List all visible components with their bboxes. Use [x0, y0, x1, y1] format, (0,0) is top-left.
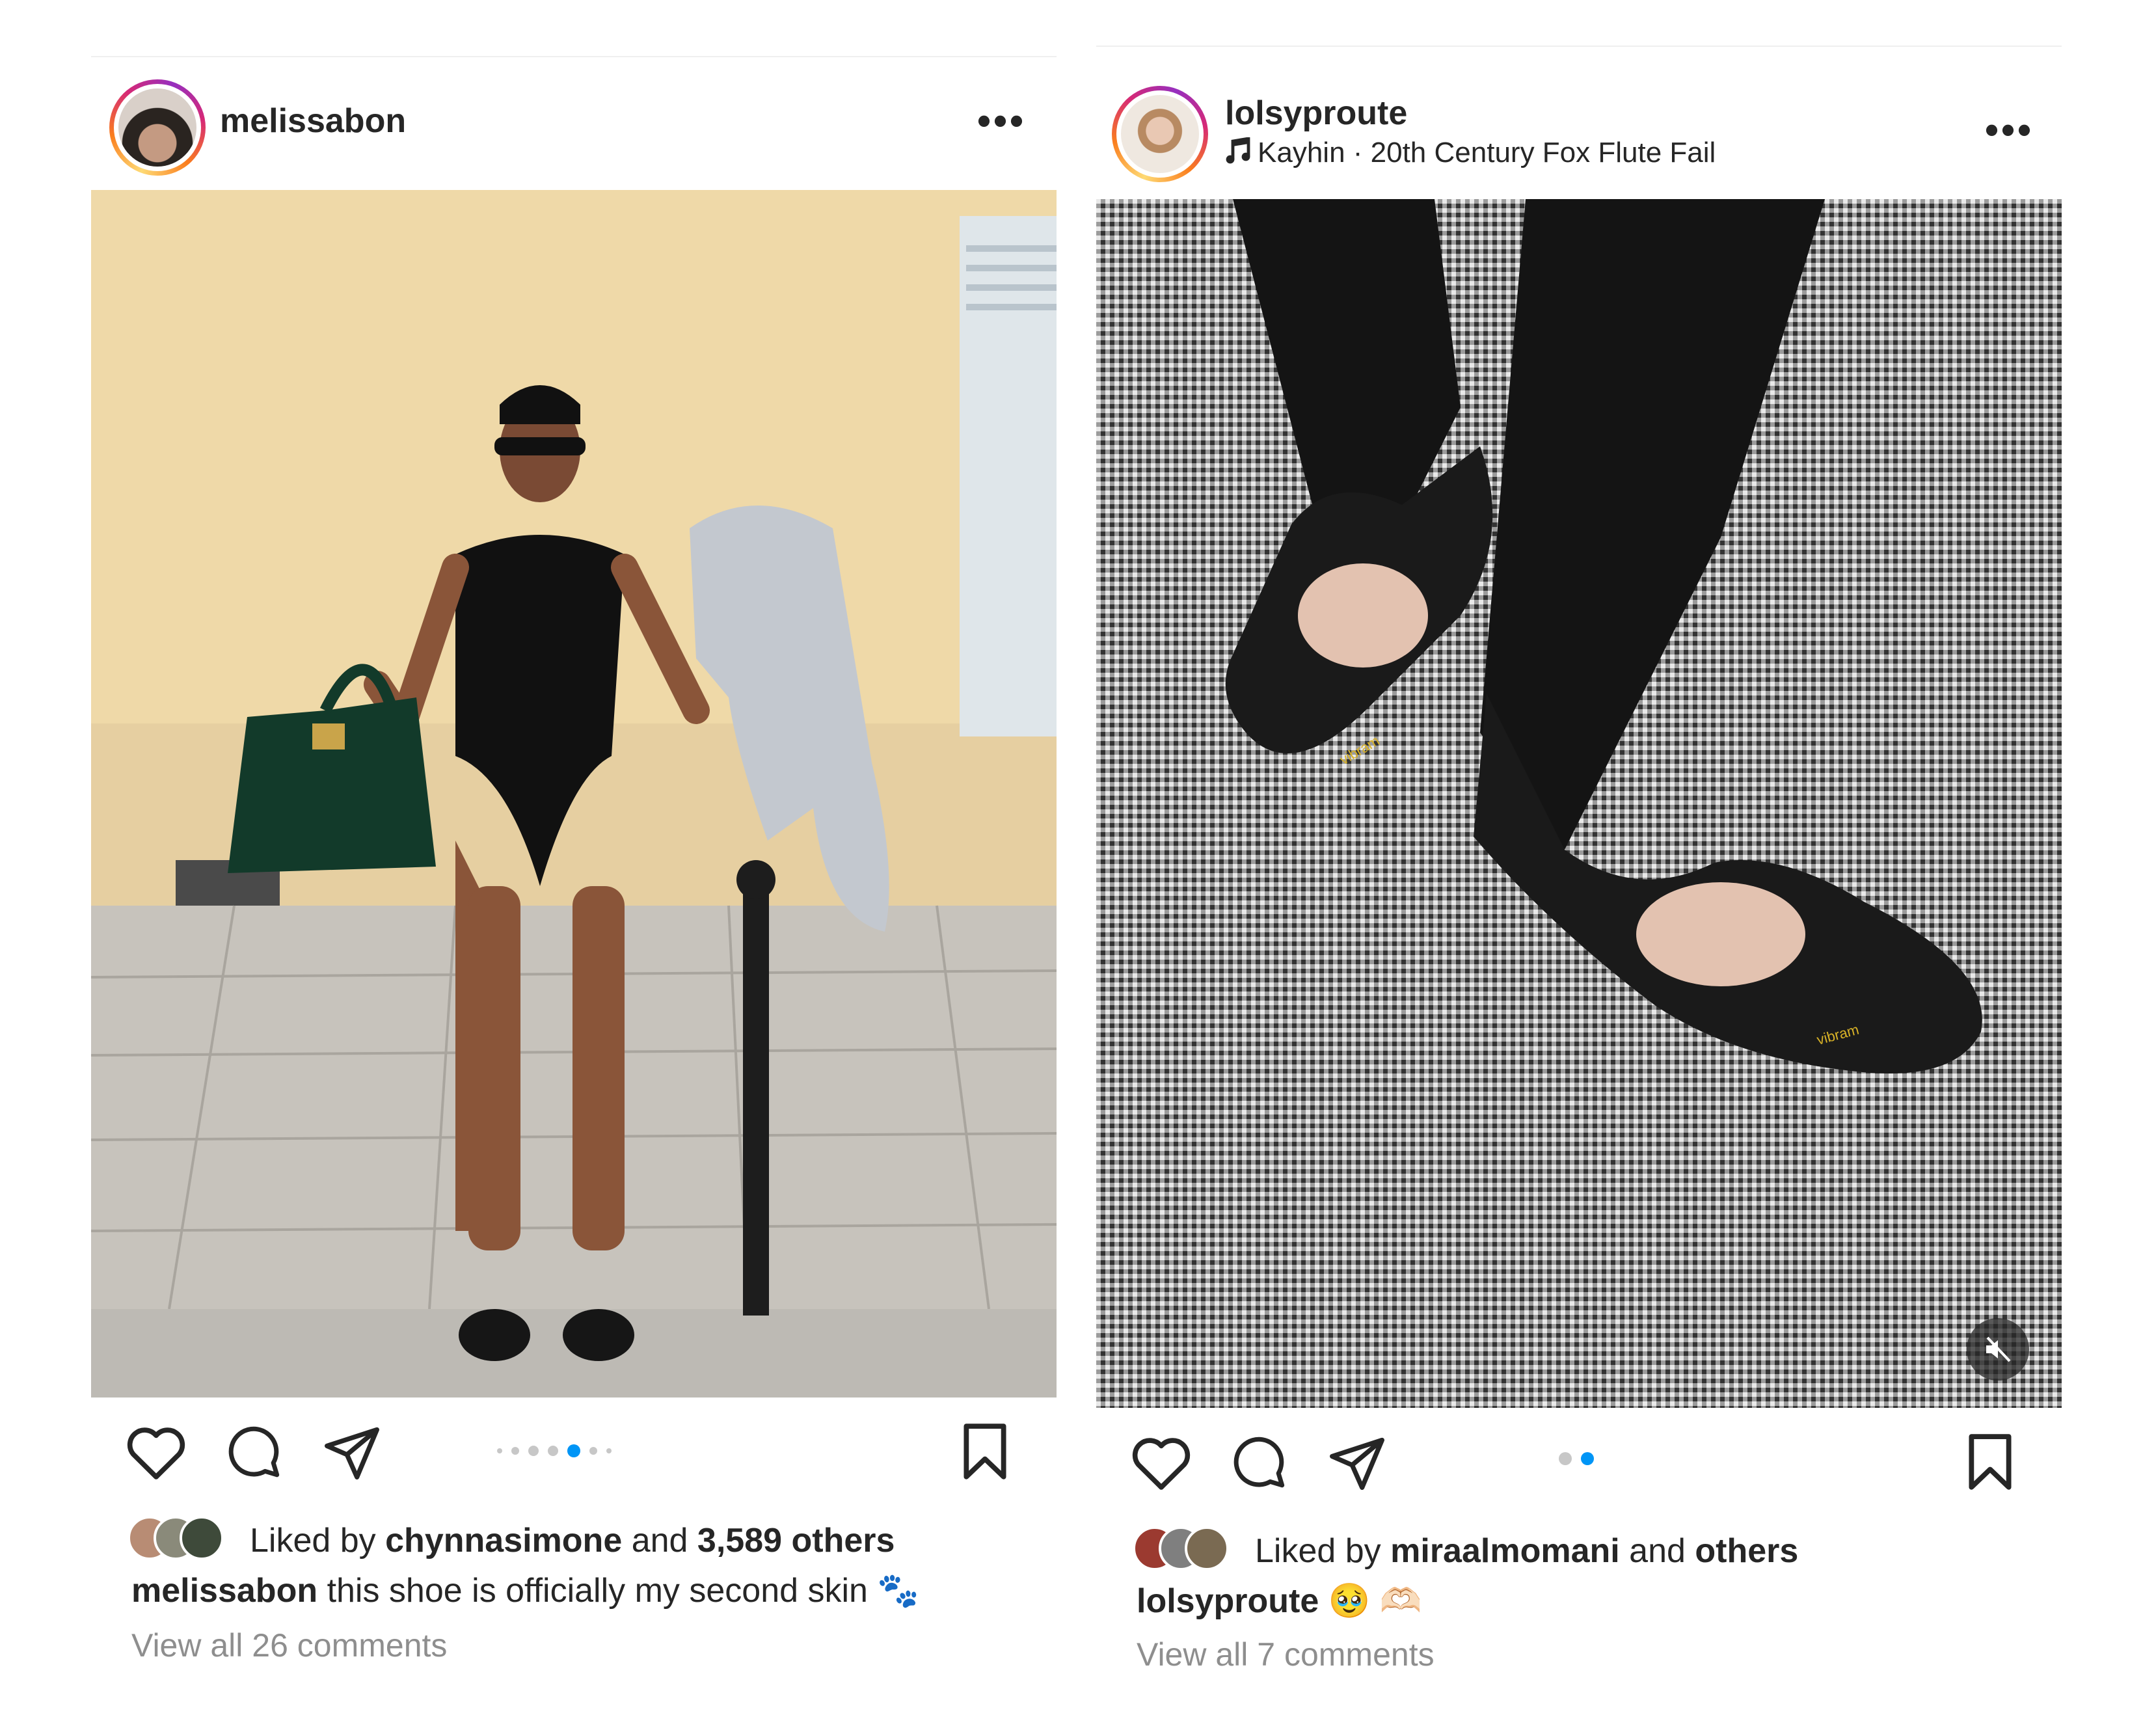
comment-icon[interactable] — [1230, 1434, 1287, 1491]
carousel-dot — [1559, 1452, 1572, 1465]
avatar[interactable] — [109, 79, 206, 176]
likes-count[interactable]: 3,589 others — [697, 1522, 895, 1559]
heart-icon[interactable] — [1130, 1434, 1193, 1491]
caption-text: 🥹 🫶🏻 — [1328, 1582, 1422, 1620]
likes-joiner: and — [1629, 1532, 1686, 1570]
carousel-dot — [528, 1446, 539, 1456]
carousel-indicator — [1554, 1452, 1598, 1465]
music-label: Kayhin · 20th Century Fox Flute Fail — [1258, 137, 1716, 169]
likes-prefix: Liked by — [1255, 1532, 1381, 1570]
post-username[interactable]: melissabon — [220, 101, 406, 141]
divider — [1096, 46, 2062, 47]
carousel-dot-active — [567, 1444, 580, 1457]
likes-joiner: and — [631, 1522, 688, 1559]
caption-username[interactable]: lolsyproute — [1137, 1582, 1319, 1620]
share-icon[interactable] — [1327, 1433, 1387, 1492]
carousel-dot-active — [1581, 1452, 1594, 1465]
liker-avatar — [180, 1516, 224, 1560]
carousel-dot — [548, 1446, 558, 1456]
likes-count[interactable]: others — [1695, 1532, 1798, 1570]
carousel-dot — [606, 1448, 612, 1453]
mute-icon — [1986, 1336, 2011, 1362]
post-photo[interactable]: vibram vibram — [1096, 199, 2062, 1408]
share-icon[interactable] — [322, 1422, 382, 1482]
bookmark-icon[interactable] — [1965, 1433, 2015, 1491]
view-comments-link[interactable]: View all 7 comments — [1137, 1636, 1435, 1673]
likes-line[interactable]: Liked by chynnasimone and 3,589 others — [250, 1521, 895, 1560]
post-username[interactable]: lolsyproute — [1225, 94, 1407, 133]
post-actions — [91, 1418, 1057, 1483]
music-note-icon — [1226, 137, 1250, 164]
carousel-dot — [589, 1447, 597, 1455]
liked-by-user[interactable]: chynnasimone — [385, 1522, 622, 1559]
caption: melissabon this shoe is officially my se… — [131, 1571, 919, 1610]
caption: lolsyproute 🥹 🫶🏻 — [1137, 1581, 1422, 1621]
post-actions — [1096, 1429, 2062, 1494]
street-photo — [91, 190, 1057, 1397]
bookmark-icon[interactable] — [960, 1422, 1010, 1481]
likes-prefix: Liked by — [250, 1522, 376, 1559]
view-comments-link[interactable]: View all 26 comments — [131, 1627, 447, 1664]
mute-button[interactable] — [1967, 1318, 2029, 1381]
carousel-dot — [511, 1447, 519, 1455]
shoes-photo: vibram vibram — [1096, 199, 2062, 1408]
comment-icon[interactable] — [224, 1424, 282, 1481]
liker-avatar — [1185, 1526, 1229, 1571]
caption-username[interactable]: melissabon — [131, 1572, 317, 1610]
avatar[interactable] — [1112, 86, 1208, 182]
post-photo[interactable] — [91, 190, 1057, 1397]
music-line[interactable]: Kayhin · 20th Century Fox Flute Fail — [1225, 137, 1716, 169]
carousel-indicator — [492, 1444, 616, 1457]
liked-by-user[interactable]: miraalmomani — [1390, 1532, 1620, 1570]
more-icon[interactable]: ••• — [1985, 111, 2034, 150]
divider — [91, 56, 1057, 57]
likes-line[interactable]: Liked by miraalmomani and others — [1255, 1532, 1798, 1571]
more-icon[interactable]: ••• — [977, 101, 1026, 141]
carousel-dot — [497, 1448, 502, 1453]
caption-text: this shoe is officially my second skin 🐾 — [327, 1572, 920, 1610]
heart-icon[interactable] — [125, 1424, 187, 1481]
